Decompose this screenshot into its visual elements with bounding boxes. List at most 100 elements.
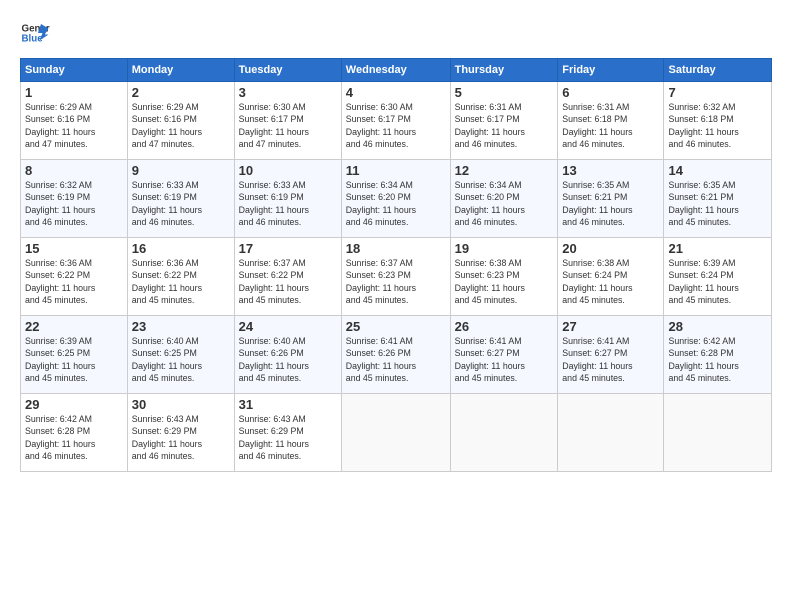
calendar-cell: 18Sunrise: 6:37 AM Sunset: 6:23 PM Dayli… <box>341 238 450 316</box>
calendar-week-row: 15Sunrise: 6:36 AM Sunset: 6:22 PM Dayli… <box>21 238 772 316</box>
calendar-cell: 31Sunrise: 6:43 AM Sunset: 6:29 PM Dayli… <box>234 394 341 472</box>
calendar-cell: 7Sunrise: 6:32 AM Sunset: 6:18 PM Daylig… <box>664 82 772 160</box>
day-info: Sunrise: 6:37 AM Sunset: 6:22 PM Dayligh… <box>239 257 337 306</box>
page-header: General Blue <box>20 18 772 48</box>
day-number: 6 <box>562 85 659 100</box>
calendar-cell: 5Sunrise: 6:31 AM Sunset: 6:17 PM Daylig… <box>450 82 558 160</box>
calendar-cell: 12Sunrise: 6:34 AM Sunset: 6:20 PM Dayli… <box>450 160 558 238</box>
day-number: 18 <box>346 241 446 256</box>
day-info: Sunrise: 6:42 AM Sunset: 6:28 PM Dayligh… <box>25 413 123 462</box>
day-number: 15 <box>25 241 123 256</box>
day-number: 2 <box>132 85 230 100</box>
calendar-cell: 23Sunrise: 6:40 AM Sunset: 6:25 PM Dayli… <box>127 316 234 394</box>
day-info: Sunrise: 6:36 AM Sunset: 6:22 PM Dayligh… <box>25 257 123 306</box>
calendar-day-header: Tuesday <box>234 59 341 82</box>
calendar-cell: 10Sunrise: 6:33 AM Sunset: 6:19 PM Dayli… <box>234 160 341 238</box>
day-number: 11 <box>346 163 446 178</box>
calendar-cell: 25Sunrise: 6:41 AM Sunset: 6:26 PM Dayli… <box>341 316 450 394</box>
calendar-cell: 13Sunrise: 6:35 AM Sunset: 6:21 PM Dayli… <box>558 160 664 238</box>
day-info: Sunrise: 6:39 AM Sunset: 6:24 PM Dayligh… <box>668 257 767 306</box>
day-number: 27 <box>562 319 659 334</box>
day-info: Sunrise: 6:30 AM Sunset: 6:17 PM Dayligh… <box>239 101 337 150</box>
calendar-cell: 9Sunrise: 6:33 AM Sunset: 6:19 PM Daylig… <box>127 160 234 238</box>
day-info: Sunrise: 6:34 AM Sunset: 6:20 PM Dayligh… <box>346 179 446 228</box>
day-number: 1 <box>25 85 123 100</box>
calendar-cell: 8Sunrise: 6:32 AM Sunset: 6:19 PM Daylig… <box>21 160 128 238</box>
calendar-cell: 29Sunrise: 6:42 AM Sunset: 6:28 PM Dayli… <box>21 394 128 472</box>
calendar-cell: 30Sunrise: 6:43 AM Sunset: 6:29 PM Dayli… <box>127 394 234 472</box>
calendar-cell: 6Sunrise: 6:31 AM Sunset: 6:18 PM Daylig… <box>558 82 664 160</box>
day-info: Sunrise: 6:41 AM Sunset: 6:27 PM Dayligh… <box>562 335 659 384</box>
day-info: Sunrise: 6:35 AM Sunset: 6:21 PM Dayligh… <box>562 179 659 228</box>
svg-text:Blue: Blue <box>22 33 44 44</box>
day-info: Sunrise: 6:37 AM Sunset: 6:23 PM Dayligh… <box>346 257 446 306</box>
calendar-cell: 4Sunrise: 6:30 AM Sunset: 6:17 PM Daylig… <box>341 82 450 160</box>
day-number: 4 <box>346 85 446 100</box>
day-number: 16 <box>132 241 230 256</box>
day-info: Sunrise: 6:31 AM Sunset: 6:17 PM Dayligh… <box>455 101 554 150</box>
day-info: Sunrise: 6:33 AM Sunset: 6:19 PM Dayligh… <box>239 179 337 228</box>
day-number: 14 <box>668 163 767 178</box>
day-info: Sunrise: 6:38 AM Sunset: 6:24 PM Dayligh… <box>562 257 659 306</box>
calendar-table: SundayMondayTuesdayWednesdayThursdayFrid… <box>20 58 772 472</box>
day-number: 23 <box>132 319 230 334</box>
calendar-cell <box>664 394 772 472</box>
day-info: Sunrise: 6:33 AM Sunset: 6:19 PM Dayligh… <box>132 179 230 228</box>
calendar-cell <box>558 394 664 472</box>
day-info: Sunrise: 6:42 AM Sunset: 6:28 PM Dayligh… <box>668 335 767 384</box>
day-number: 13 <box>562 163 659 178</box>
day-info: Sunrise: 6:43 AM Sunset: 6:29 PM Dayligh… <box>132 413 230 462</box>
calendar-day-header: Sunday <box>21 59 128 82</box>
day-number: 5 <box>455 85 554 100</box>
day-info: Sunrise: 6:34 AM Sunset: 6:20 PM Dayligh… <box>455 179 554 228</box>
day-number: 22 <box>25 319 123 334</box>
day-number: 24 <box>239 319 337 334</box>
day-info: Sunrise: 6:39 AM Sunset: 6:25 PM Dayligh… <box>25 335 123 384</box>
calendar-cell <box>450 394 558 472</box>
calendar-cell: 28Sunrise: 6:42 AM Sunset: 6:28 PM Dayli… <box>664 316 772 394</box>
calendar-cell: 21Sunrise: 6:39 AM Sunset: 6:24 PM Dayli… <box>664 238 772 316</box>
calendar-cell: 2Sunrise: 6:29 AM Sunset: 6:16 PM Daylig… <box>127 82 234 160</box>
day-info: Sunrise: 6:41 AM Sunset: 6:27 PM Dayligh… <box>455 335 554 384</box>
day-info: Sunrise: 6:35 AM Sunset: 6:21 PM Dayligh… <box>668 179 767 228</box>
day-info: Sunrise: 6:29 AM Sunset: 6:16 PM Dayligh… <box>25 101 123 150</box>
calendar-week-row: 29Sunrise: 6:42 AM Sunset: 6:28 PM Dayli… <box>21 394 772 472</box>
calendar-cell: 24Sunrise: 6:40 AM Sunset: 6:26 PM Dayli… <box>234 316 341 394</box>
day-info: Sunrise: 6:36 AM Sunset: 6:22 PM Dayligh… <box>132 257 230 306</box>
day-number: 30 <box>132 397 230 412</box>
day-info: Sunrise: 6:30 AM Sunset: 6:17 PM Dayligh… <box>346 101 446 150</box>
calendar-cell: 19Sunrise: 6:38 AM Sunset: 6:23 PM Dayli… <box>450 238 558 316</box>
calendar-cell: 14Sunrise: 6:35 AM Sunset: 6:21 PM Dayli… <box>664 160 772 238</box>
calendar-day-header: Wednesday <box>341 59 450 82</box>
calendar-day-header: Saturday <box>664 59 772 82</box>
calendar-cell: 16Sunrise: 6:36 AM Sunset: 6:22 PM Dayli… <box>127 238 234 316</box>
day-number: 19 <box>455 241 554 256</box>
day-number: 25 <box>346 319 446 334</box>
day-number: 31 <box>239 397 337 412</box>
day-info: Sunrise: 6:32 AM Sunset: 6:18 PM Dayligh… <box>668 101 767 150</box>
day-info: Sunrise: 6:43 AM Sunset: 6:29 PM Dayligh… <box>239 413 337 462</box>
calendar-cell: 15Sunrise: 6:36 AM Sunset: 6:22 PM Dayli… <box>21 238 128 316</box>
day-info: Sunrise: 6:32 AM Sunset: 6:19 PM Dayligh… <box>25 179 123 228</box>
calendar-day-header: Thursday <box>450 59 558 82</box>
calendar-cell <box>341 394 450 472</box>
calendar-day-header: Friday <box>558 59 664 82</box>
day-number: 20 <box>562 241 659 256</box>
calendar-cell: 11Sunrise: 6:34 AM Sunset: 6:20 PM Dayli… <box>341 160 450 238</box>
day-number: 8 <box>25 163 123 178</box>
calendar-cell: 27Sunrise: 6:41 AM Sunset: 6:27 PM Dayli… <box>558 316 664 394</box>
day-number: 28 <box>668 319 767 334</box>
calendar-day-header: Monday <box>127 59 234 82</box>
day-number: 21 <box>668 241 767 256</box>
day-info: Sunrise: 6:38 AM Sunset: 6:23 PM Dayligh… <box>455 257 554 306</box>
calendar-week-row: 1Sunrise: 6:29 AM Sunset: 6:16 PM Daylig… <box>21 82 772 160</box>
day-info: Sunrise: 6:31 AM Sunset: 6:18 PM Dayligh… <box>562 101 659 150</box>
calendar-cell: 17Sunrise: 6:37 AM Sunset: 6:22 PM Dayli… <box>234 238 341 316</box>
day-info: Sunrise: 6:40 AM Sunset: 6:26 PM Dayligh… <box>239 335 337 384</box>
day-info: Sunrise: 6:40 AM Sunset: 6:25 PM Dayligh… <box>132 335 230 384</box>
calendar-cell: 3Sunrise: 6:30 AM Sunset: 6:17 PM Daylig… <box>234 82 341 160</box>
day-number: 17 <box>239 241 337 256</box>
day-number: 12 <box>455 163 554 178</box>
calendar-cell: 1Sunrise: 6:29 AM Sunset: 6:16 PM Daylig… <box>21 82 128 160</box>
calendar-cell: 20Sunrise: 6:38 AM Sunset: 6:24 PM Dayli… <box>558 238 664 316</box>
